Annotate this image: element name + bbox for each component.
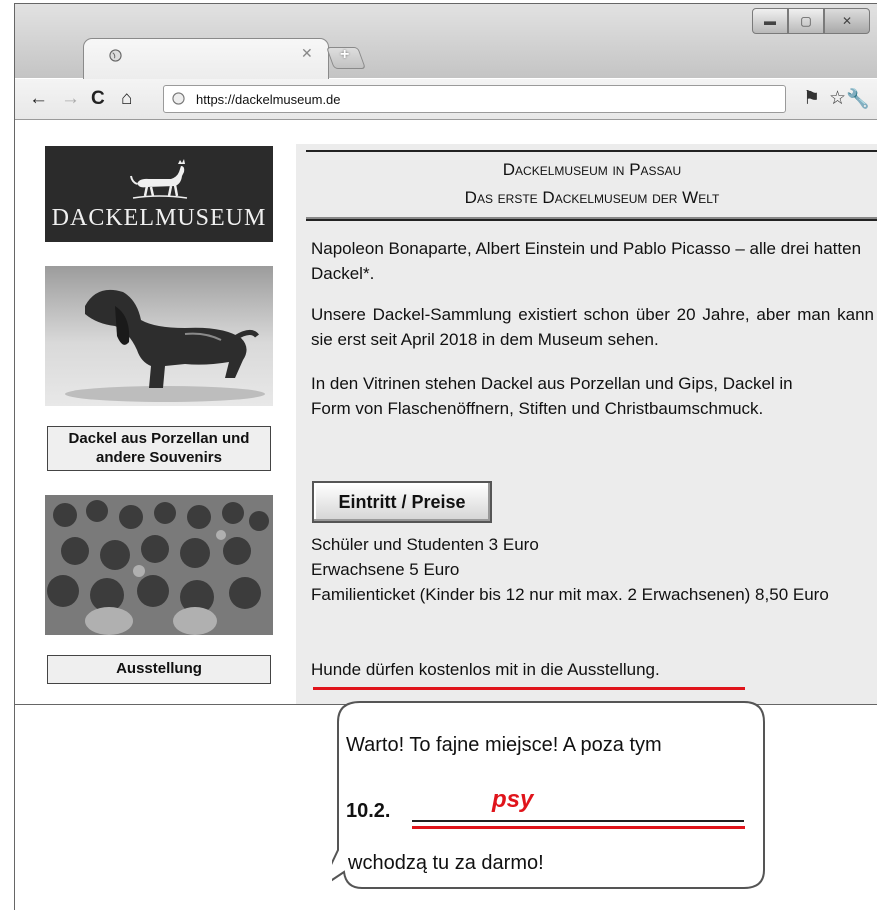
- back-arrow-icon[interactable]: ←: [29, 88, 48, 110]
- collection-paragraph: Unsere Dackel-Sammlung existiert schon ü…: [311, 305, 874, 349]
- star-icon[interactable]: ☆: [829, 87, 846, 110]
- left-border: [14, 700, 15, 910]
- price-students: Schüler und Studenten 3 Euro: [311, 535, 539, 554]
- caption-souvenirs[interactable]: Dackel aus Porzellan und andere Souvenir…: [47, 426, 271, 471]
- url-text[interactable]: https://dackelmuseum.de: [196, 92, 341, 107]
- answer-red-underline: [412, 826, 745, 829]
- price-family: Familienticket (Kinder bis 12 nur mit ma…: [311, 585, 829, 604]
- red-underline: [313, 687, 745, 690]
- prices-button[interactable]: Eintritt / Preise: [312, 481, 492, 523]
- globe-icon: [109, 49, 122, 62]
- globe-icon: [172, 92, 185, 105]
- page-title: Dackelmuseum in Passau Das erste Dackelm…: [306, 150, 877, 221]
- forward-arrow-icon[interactable]: →: [61, 88, 80, 110]
- sidebar: DACKELMUSEUM Dackel aus Porzellan und an…: [45, 146, 273, 684]
- answer-blank-line: [412, 820, 744, 822]
- bubble-line-1: Warto! To fajne miejsce! A poza tym: [346, 734, 662, 756]
- exhibition-image: [45, 495, 273, 635]
- porcelain-dachshund-image: [65, 289, 265, 402]
- dogs-free-note: Hunde dürfen kostenlos mit in die Ausste…: [311, 660, 660, 679]
- speech-bubble: Warto! To fajne miejsce! A poza tym 10.2…: [332, 700, 766, 890]
- title-line-2: Das erste Dackelmuseum der Welt: [464, 188, 720, 207]
- close-window-button[interactable]: ✕: [824, 8, 870, 34]
- logo-text: DACKELMUSEUM: [51, 205, 267, 231]
- navigation-bar: ← → C ⌂ https://dackelmuseum.de ⚑ ☆ 🔧: [15, 79, 877, 120]
- intro-paragraph: Napoleon Bonaparte, Albert Einstein und …: [311, 239, 862, 283]
- caption-exhibition[interactable]: Ausstellung: [47, 655, 271, 684]
- wrench-icon[interactable]: 🔧: [846, 87, 870, 111]
- maximize-button[interactable]: ▢: [788, 8, 824, 34]
- title-bar: ✕ + ▬ ▢ ✕: [15, 4, 877, 81]
- home-icon[interactable]: ⌂: [121, 88, 132, 110]
- minimize-button[interactable]: ▬: [752, 8, 788, 34]
- window-controls: ▬ ▢ ✕: [752, 8, 870, 34]
- page-content: DACKELMUSEUM Dackel aus Porzellan und an…: [15, 120, 877, 704]
- museum-logo[interactable]: DACKELMUSEUM: [45, 146, 273, 242]
- price-adults: Erwachsene 5 Euro: [311, 560, 460, 579]
- close-tab-icon[interactable]: ✕: [301, 45, 313, 62]
- title-line-1: Dackelmuseum in Passau: [502, 160, 682, 179]
- dachshund-logo-icon: [130, 159, 188, 199]
- bubble-line-3: wchodzą tu za darmo!: [348, 852, 544, 874]
- flag-icon[interactable]: ⚑: [803, 87, 820, 110]
- porcelain-dachshund-photo[interactable]: [45, 266, 273, 406]
- browser-tab[interactable]: ✕: [83, 38, 329, 81]
- vitrines-paragraph: In den Vitrinen stehen Dackel aus Porzel…: [311, 374, 793, 418]
- main-content: Dackelmuseum in Passau Das erste Dackelm…: [296, 144, 877, 704]
- browser-window: ✕ + ▬ ▢ ✕ ← → C ⌂ https://dackelmuseum.d…: [14, 3, 877, 705]
- answer-text[interactable]: psy: [492, 786, 533, 814]
- task-number: 10.2.: [346, 800, 391, 822]
- exhibition-photo[interactable]: [45, 495, 273, 635]
- reload-icon[interactable]: C: [91, 88, 105, 110]
- plus-icon: +: [340, 46, 350, 63]
- address-bar[interactable]: https://dackelmuseum.de: [163, 85, 786, 113]
